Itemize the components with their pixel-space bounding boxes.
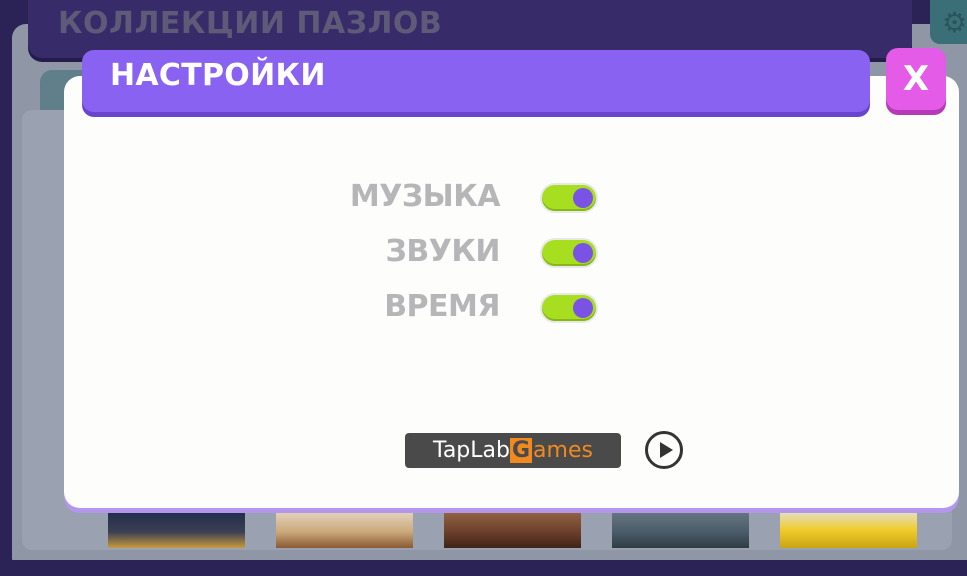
puzzle-thumbnail[interactable]	[444, 508, 581, 548]
puzzle-thumbnail[interactable]	[612, 508, 749, 548]
sounds-toggle[interactable]	[542, 240, 596, 266]
puzzle-thumbnail[interactable]	[108, 508, 245, 548]
close-icon: X	[902, 59, 930, 99]
gear-icon: ⚙	[942, 6, 967, 39]
play-icon	[660, 442, 673, 458]
toggle-knob	[573, 188, 593, 208]
setting-row-time: ВРЕМЯ	[300, 287, 620, 327]
bottom-bar	[0, 560, 967, 576]
sounds-label: ЗВУКИ	[385, 234, 501, 269]
puzzle-thumbnail[interactable]	[276, 508, 413, 548]
music-toggle[interactable]	[542, 185, 596, 211]
toggle-knob	[573, 243, 593, 263]
logo-prefix: TapLab	[433, 438, 510, 463]
time-toggle[interactable]	[542, 295, 596, 321]
collections-title: КОЛЛЕКЦИИ ПАЗЛОВ	[58, 6, 443, 41]
time-label: ВРЕМЯ	[384, 289, 500, 324]
close-button[interactable]: X	[886, 48, 946, 110]
puzzle-thumbnail[interactable]	[780, 508, 917, 548]
settings-button[interactable]: ⚙	[930, 0, 967, 44]
toggle-knob	[573, 298, 593, 318]
dialog-title: НАСТРОЙКИ	[110, 58, 326, 93]
logo-g: G	[509, 438, 533, 463]
taplab-games-logo[interactable]: TapLab Games	[405, 433, 621, 468]
play-button[interactable]	[645, 431, 683, 469]
setting-row-sounds: ЗВУКИ	[300, 232, 620, 272]
logo-suffix: ames	[533, 438, 593, 463]
setting-row-music: МУЗЫКА	[300, 177, 620, 217]
music-label: МУЗЫКА	[349, 179, 501, 214]
